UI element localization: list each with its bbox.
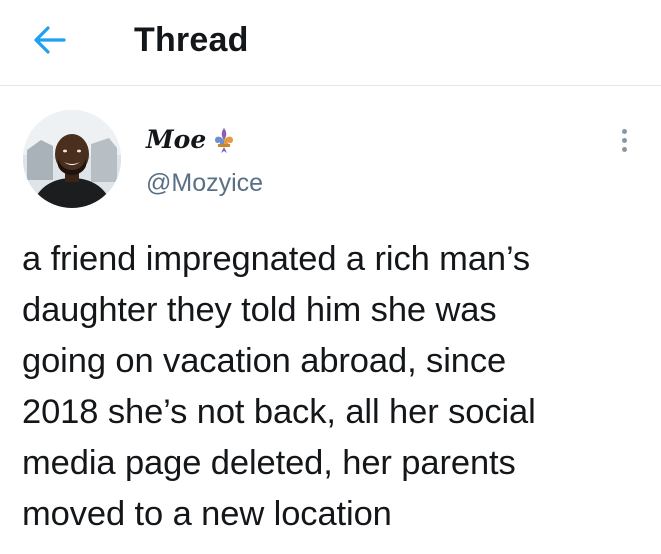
- more-vertical-icon: [621, 128, 627, 134]
- more-options-button[interactable]: [606, 120, 642, 160]
- thread-header: Thread: [0, 0, 661, 86]
- tweet-text: a friend impregnated a rich man’s daught…: [22, 240, 536, 533]
- arrow-left-icon: [34, 26, 66, 54]
- author-name-row[interactable]: Moe: [146, 123, 236, 157]
- back-button[interactable]: [30, 20, 70, 60]
- author-handle[interactable]: @Mozyice: [146, 167, 263, 199]
- page-title: Thread: [134, 21, 249, 59]
- avatar[interactable]: [23, 110, 121, 208]
- author-display-name: Moe: [146, 125, 207, 154]
- fleur-de-lis-icon: [215, 128, 234, 153]
